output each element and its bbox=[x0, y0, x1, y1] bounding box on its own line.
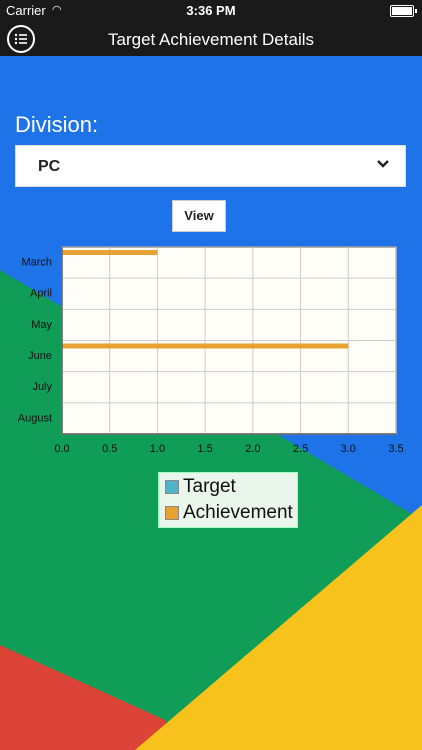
legend-swatch-achievement bbox=[165, 506, 179, 520]
legend-label-target: Target bbox=[183, 476, 236, 497]
division-selected-value: PC bbox=[38, 158, 61, 175]
division-select[interactable]: PC bbox=[15, 145, 406, 187]
x-tick-label: 1.5 bbox=[197, 443, 212, 455]
status-bar: Carrier ◠ 3:36 PM bbox=[0, 0, 422, 22]
bar-achievement-june bbox=[62, 343, 349, 349]
y-tick-label: March bbox=[21, 256, 52, 268]
bar-achievement-march bbox=[62, 250, 158, 255]
chart-legend: Target Achievement bbox=[158, 472, 298, 528]
x-tick-label: 1.0 bbox=[150, 443, 165, 455]
y-tick-label: June bbox=[28, 350, 52, 362]
y-tick-label: August bbox=[18, 412, 52, 424]
status-time: 3:36 PM bbox=[186, 3, 236, 18]
view-button[interactable]: View bbox=[172, 200, 226, 232]
nav-bar: Target Achievement Details bbox=[0, 22, 422, 56]
x-tick-label: 3.5 bbox=[388, 443, 403, 455]
x-tick-label: 3.0 bbox=[341, 443, 356, 455]
x-tick-label: 0.5 bbox=[102, 443, 117, 455]
chevron-down-icon bbox=[377, 160, 389, 168]
x-tick-label: 0.0 bbox=[54, 443, 69, 455]
y-tick-label: July bbox=[32, 381, 52, 393]
legend-swatch-target bbox=[165, 480, 179, 494]
division-label: Division: bbox=[15, 112, 99, 137]
legend-label-achievement: Achievement bbox=[183, 502, 293, 523]
achievement-chart: 0.0 0.5 1.0 1.5 2.0 2.5 3.0 3.5 March April May Jun… bbox=[18, 246, 404, 455]
battery-icon bbox=[390, 5, 417, 17]
x-tick-label: 2.5 bbox=[293, 443, 308, 455]
y-tick-label: May bbox=[31, 319, 52, 331]
page-title: Target Achievement Details bbox=[108, 30, 314, 49]
y-tick-label: April bbox=[30, 288, 52, 300]
x-tick-label: 2.0 bbox=[245, 443, 260, 455]
